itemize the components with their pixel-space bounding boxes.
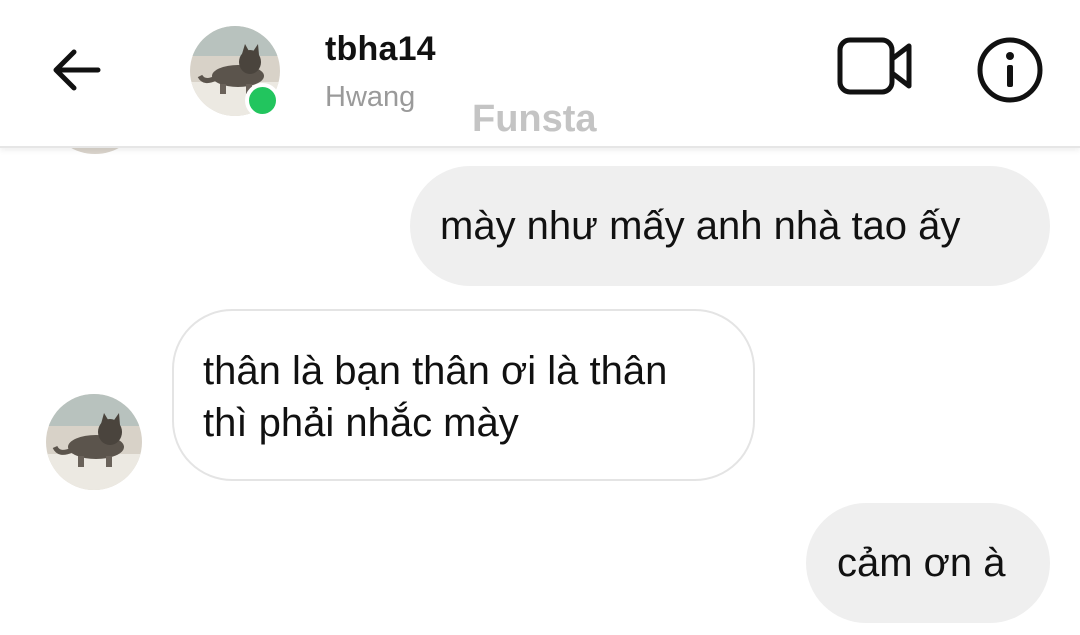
conversation-info-button[interactable]	[972, 32, 1048, 108]
arrow-left-icon	[53, 49, 101, 91]
back-button[interactable]	[44, 38, 108, 102]
message-text-line: thì phải nhắc mày	[203, 401, 519, 445]
sender-avatar[interactable]	[46, 394, 142, 490]
chat-username[interactable]: tbha14	[325, 30, 436, 69]
video-camera-icon	[837, 37, 912, 95]
message-bubble-received[interactable]: thân là bạn thân ơi là thân thì phải nhắ…	[172, 309, 755, 481]
info-icon	[977, 37, 1043, 103]
message-bubble-sent[interactable]: cảm ơn à	[806, 503, 1050, 623]
message-text: cảm ơn à	[837, 541, 1006, 585]
message-text-line: thân là bạn thân ơi là thân	[203, 349, 668, 393]
online-status-indicator	[245, 83, 280, 118]
chat-header: tbha14 Hwang Funsta	[0, 0, 1080, 148]
video-call-button[interactable]	[836, 34, 916, 98]
account-tag: Funsta	[472, 98, 597, 140]
message-bubble-sent[interactable]: mày như mấy anh nhà tao ấy	[410, 166, 1050, 286]
message-text: mày như mấy anh nhà tao ấy	[440, 204, 961, 248]
chat-screen: tbha14 Hwang Funsta mày như mấy anh nhà …	[0, 0, 1080, 635]
chat-display-name: Hwang	[325, 81, 416, 113]
